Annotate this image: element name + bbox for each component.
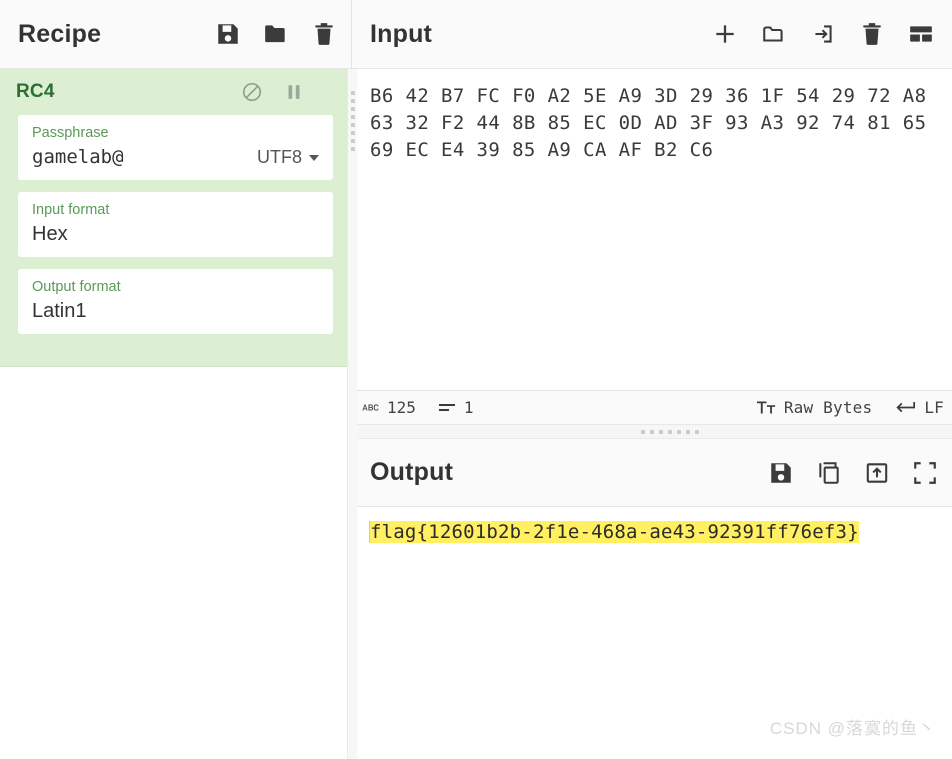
output-text: flag{12601b2b-2f1e-468a-ae43-92391ff76ef… [370, 521, 859, 543]
save-output-icon[interactable] [768, 460, 794, 486]
load-recipe-icon[interactable] [263, 21, 289, 47]
watermark: CSDN @落寞的鱼丶 [769, 719, 936, 738]
replace-input-with-output-icon[interactable] [864, 460, 890, 486]
operation-arg-input-format[interactable]: Input format Hex [18, 192, 333, 257]
arg-label: Passphrase [32, 125, 109, 141]
grip-dot [686, 429, 690, 434]
input-lines-value: 1 [463, 398, 474, 417]
input-format-select[interactable]: Hex [32, 221, 319, 247]
maximise-output-icon[interactable] [912, 460, 938, 486]
operation-arg-passphrase[interactable]: Passphrase gamelab@ UTF8 [18, 115, 333, 180]
grip-dot [351, 139, 355, 143]
passphrase-encoding-dropdown[interactable]: UTF8 [257, 147, 319, 170]
reset-pane-layout-icon[interactable] [908, 21, 934, 47]
operation-controls [241, 81, 335, 103]
operation-arg-output-format[interactable]: Output format Latin1 [18, 269, 333, 334]
io-pane: Input B6 42 B7 FC F0 A2 5E A9 3D 29 36 1… [352, 0, 952, 759]
passphrase-encoding-label: UTF8 [257, 147, 302, 167]
input-line: 63 32 F2 44 8B 85 EC 0D AD 3F 93 A3 92 7… [370, 112, 927, 134]
chevron-down-icon [309, 154, 319, 161]
abc-characters-icon [362, 401, 379, 414]
arg-label: Output format [32, 279, 121, 295]
clear-input-icon[interactable] [859, 21, 885, 47]
input-title-bar: Input [352, 0, 952, 69]
arg-main: Input format Hex [32, 201, 319, 247]
recipe-title: Recipe [18, 19, 102, 48]
grip-dot [351, 107, 355, 111]
input-line: 69 EC E4 39 85 A9 CA AF B2 C6 [370, 139, 714, 161]
input-encoding-selector[interactable]: Raw Bytes [756, 398, 873, 417]
operation-header: RC4 [0, 69, 351, 115]
recipe-operation-list: RC4 Passphrase gamelab@ UTF8 Input forma… [0, 69, 351, 367]
grip-dot [677, 429, 681, 434]
input-lines-stat: 1 [438, 398, 474, 417]
copy-output-icon[interactable] [816, 460, 842, 486]
arg-label: Input format [32, 202, 110, 218]
arg-main: Passphrase gamelab@ [32, 124, 257, 170]
grip-dot [351, 91, 355, 95]
recipe-toolbar [215, 21, 337, 47]
line-ending-arrow-icon [894, 400, 916, 415]
grip-dot [351, 115, 355, 119]
recipe-title-bar: Recipe [0, 0, 351, 69]
grip-dot [351, 123, 355, 127]
input-line: B6 42 B7 FC F0 A2 5E A9 3D 29 36 1F 54 2… [370, 85, 927, 107]
grip-dot [650, 429, 654, 434]
grip-dot [641, 429, 645, 434]
input-length-value: 125 [387, 398, 416, 417]
input-line-ending-selector[interactable]: LF [894, 398, 944, 417]
output-pane: Output flag{12601b2b-2f1e-468a-ae43-9239… [352, 439, 952, 759]
grip-dot [668, 429, 672, 434]
output-title-bar: Output [352, 439, 952, 507]
clear-recipe-icon[interactable] [311, 21, 337, 47]
input-line-ending-label: LF [924, 398, 944, 417]
vertical-splitter-handle[interactable] [347, 69, 357, 759]
input-encoding-label: Raw Bytes [783, 398, 873, 417]
recipe-operation-rc4[interactable]: RC4 Passphrase gamelab@ UTF8 Input forma… [0, 69, 351, 367]
grip-dot [695, 429, 699, 434]
grip-dot [351, 131, 355, 135]
splitter-grip [351, 91, 355, 151]
recipe-pane: Recipe RC4 Passphrase gamelab@ UTF8 Inpu… [0, 0, 357, 759]
grip-dot [659, 429, 663, 434]
output-format-select[interactable]: Latin1 [32, 298, 319, 324]
text-format-icon [756, 400, 776, 415]
output-title: Output [370, 458, 454, 486]
arg-main: Output format Latin1 [32, 278, 319, 324]
passphrase-input[interactable]: gamelab@ [32, 144, 257, 170]
status-right-group: Raw Bytes LF [756, 398, 944, 417]
disable-operation-icon[interactable] [241, 81, 263, 103]
save-recipe-icon[interactable] [215, 21, 241, 47]
breakpoint-pause-icon[interactable] [283, 81, 305, 103]
operation-title: RC4 [16, 81, 55, 102]
splitter-grip [605, 429, 699, 434]
input-editor[interactable]: B6 42 B7 FC F0 A2 5E A9 3D 29 36 1F 54 2… [352, 69, 952, 390]
lines-icon [438, 401, 456, 415]
open-file-as-input-icon[interactable] [810, 21, 836, 47]
grip-dot [351, 147, 355, 151]
input-title: Input [370, 19, 433, 48]
horizontal-splitter-handle[interactable] [352, 425, 952, 439]
input-pane: Input B6 42 B7 FC F0 A2 5E A9 3D 29 36 1… [352, 0, 952, 390]
open-folder-as-input-icon[interactable] [761, 21, 787, 47]
grip-dot [351, 99, 355, 103]
output-toolbar [768, 460, 938, 486]
input-toolbar [712, 21, 934, 47]
input-status-bar: 125 1 Raw Bytes LF [352, 390, 952, 425]
input-length-stat: 125 [362, 398, 416, 417]
add-input-tab-icon[interactable] [712, 21, 738, 47]
cyberchef-app: Recipe RC4 Passphrase gamelab@ UTF8 Inpu… [0, 0, 952, 759]
